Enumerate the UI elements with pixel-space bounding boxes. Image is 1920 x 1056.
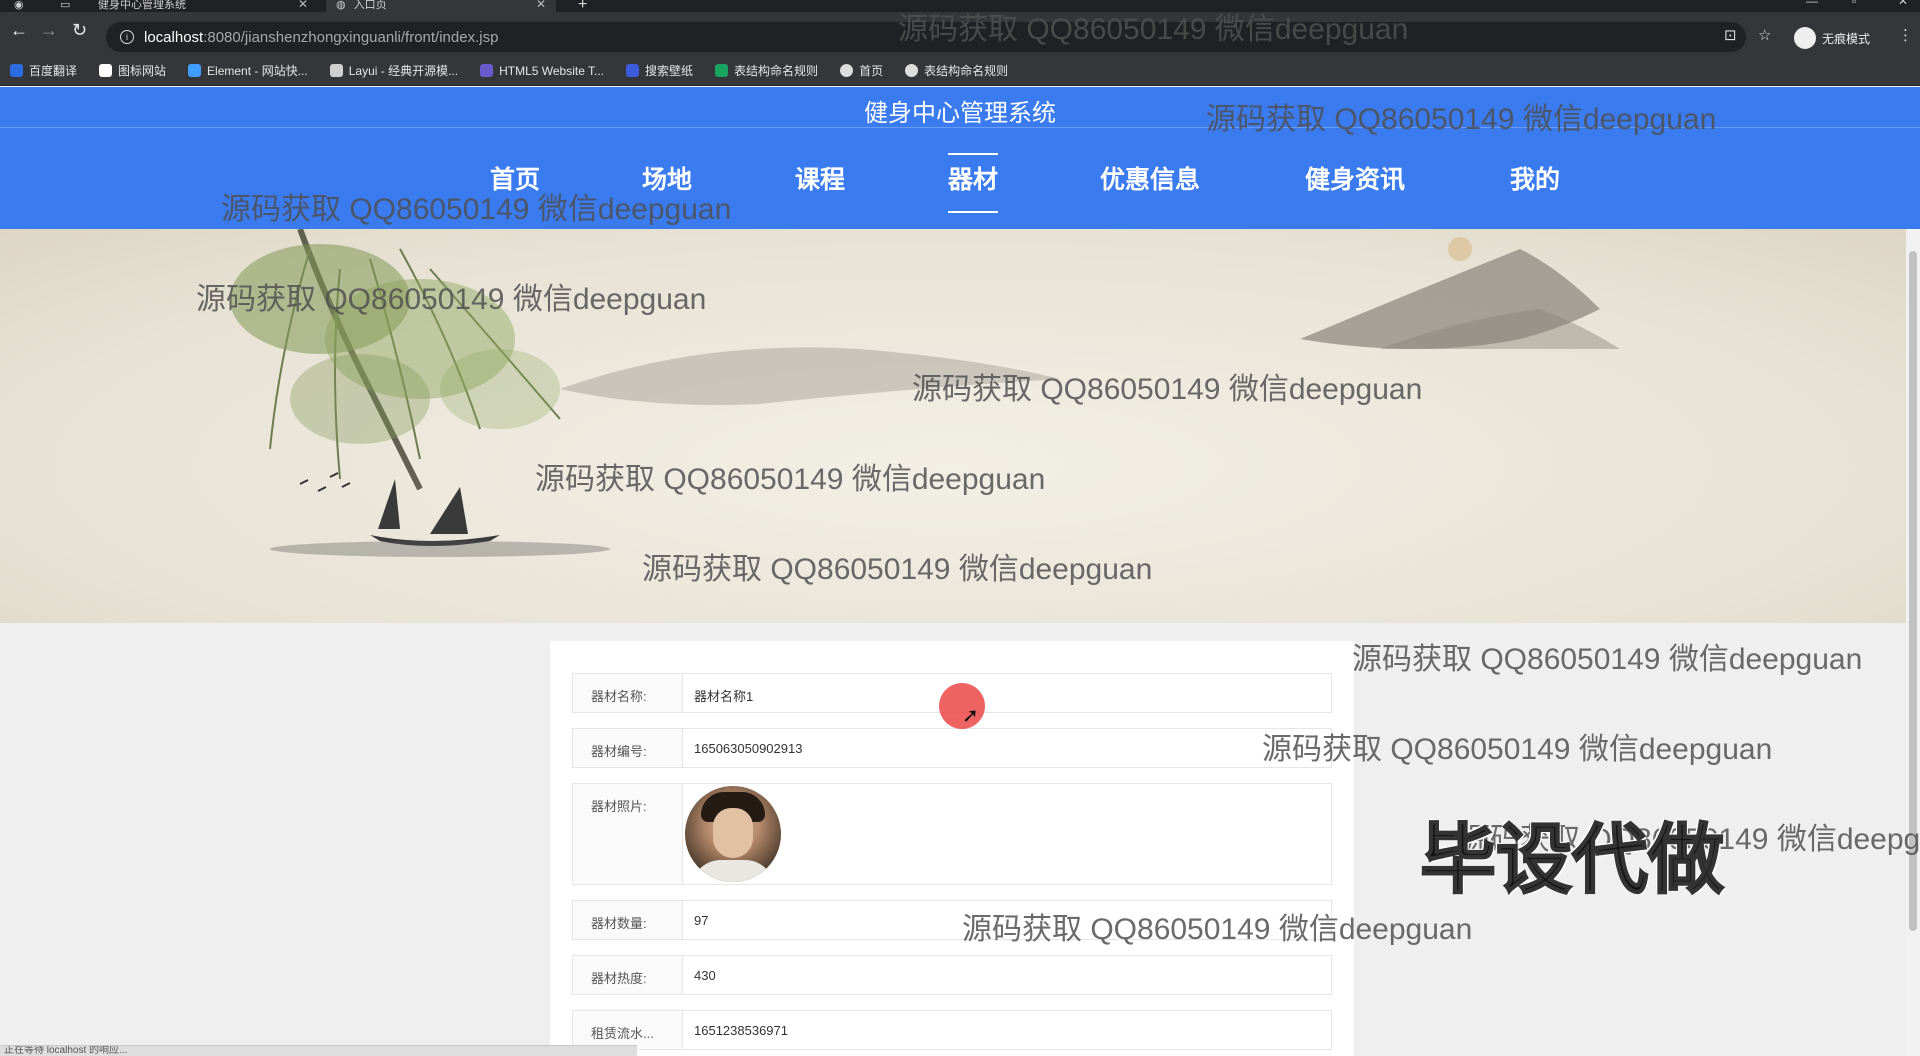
close-icon[interactable]: ✕ [536,0,546,11]
watermark-big-text: 毕设代做 [1419,817,1725,904]
bookmark-favicon-icon [480,64,494,77]
detail-row-popularity: 器材热度: 430 [572,955,1332,995]
field-label: 器材名称: [573,674,683,712]
mountain-illustration [1300,237,1620,349]
reload-icon[interactable]: ↻ [72,20,87,41]
back-icon[interactable]: ← [10,20,28,41]
watermark-text: 源码获取 QQ86050149 微信deepguan [221,193,732,226]
bookmark-favicon-icon [715,64,729,77]
watermark-text: 源码获取 QQ86050149 微信deepguan [1262,733,1773,766]
bookmark-star-icon[interactable]: ☆ [1758,26,1771,44]
watermark-text: 源码获取 QQ86050149 微信deepguan [898,13,1409,46]
bookmark-favicon-icon [99,64,113,77]
more-menu-icon[interactable]: ⋮ [1898,26,1913,44]
bookmark-item[interactable]: 表结构命名规则 [905,62,1008,79]
browser-status-bar: 正在等待 localhost 的响应... [0,1045,637,1056]
watermark-text: 源码获取 QQ86050149 微信deepguan [1206,103,1717,136]
bookmark-item[interactable]: 表结构命名规则 [715,62,818,79]
watermark-text: 源码获取 QQ86050149 微信deepguan [196,283,707,316]
maximize-icon[interactable]: ▫ [1852,0,1856,8]
nav-item-mine[interactable]: 我的 [1510,127,1560,229]
bookmark-item[interactable]: 首页 [840,62,883,79]
detail-row-code: 器材编号: 165063050902913 [572,728,1332,768]
watermark-text: 源码获取 QQ86050149 微信deepguan [642,553,1153,586]
incognito-profile-button[interactable]: 无痕模式 [1794,27,1870,49]
willow-tree-illustration [230,229,561,491]
close-icon[interactable]: ✕ [298,0,308,11]
forward-icon[interactable]: → [40,20,58,41]
bookmark-item[interactable]: 搜索壁纸 [626,62,693,79]
field-value: 器材名称1 [694,689,754,704]
bookmark-favicon-icon [10,64,23,77]
page-scrollbar[interactable] [1906,229,1920,1056]
field-value [683,784,1331,884]
tab-admin[interactable]: 健身中心管理系统 ✕ [88,0,318,12]
detail-row-rental-serial: 租赁流水... 1651238536971 [572,1010,1332,1050]
tab-title: 健身中心管理系统 [98,0,186,11]
bookmark-favicon-icon [188,64,202,77]
globe-icon: ◍ [336,0,346,11]
equipment-photo [685,786,781,882]
field-value: 165063050902913 [694,741,803,756]
tab-window-icon[interactable]: ▭ [50,0,80,12]
url-path: :8080/jianshenzhongxinguanli/front/index… [203,28,499,46]
bookmark-item[interactable]: 百度翻译 [10,62,77,79]
window-close-icon[interactable]: ✕ [1898,0,1908,8]
nav-item-equipment[interactable]: 器材 [948,127,999,229]
incognito-icon [1794,27,1816,49]
detail-row-photo: 器材照片: [572,783,1332,885]
bookmark-item[interactable]: 图标网站 [99,62,166,79]
nav-item-course[interactable]: 课程 [795,127,845,229]
field-value: 430 [694,968,716,983]
url-host: localhost [144,28,204,46]
bookmark-favicon-icon [905,64,919,77]
watermark-text: 源码获取 QQ86050149 微信deepguan [962,913,1473,946]
bookmark-item[interactable]: Element - 网站快... [188,62,308,79]
mouse-cursor-icon: ➚ [962,705,979,727]
field-value: 1651238536971 [694,1023,788,1038]
site-info-icon[interactable]: i [120,30,134,44]
bookmarks-bar: 百度翻译 图标网站 Element - 网站快... Layui - 经典开源模… [0,56,1920,86]
nav-item-news[interactable]: 健身资讯 [1305,127,1405,229]
minimize-icon[interactable]: — [1806,0,1818,8]
field-label: 租赁流水... [573,1011,683,1049]
watermark-text: 源码获取 QQ86050149 微信deepguan [535,463,1046,496]
tab-entry[interactable]: ◍ 入口页 ✕ [326,0,556,12]
tab-title: 入口页 [353,0,387,11]
translate-icon[interactable]: ⊡ [1724,26,1737,44]
profile-label: 无痕模式 [1822,31,1871,46]
nav-item-discount[interactable]: 优惠信息 [1100,127,1200,229]
bookmark-item[interactable]: HTML5 Website T... [480,64,604,78]
browser-menu-icon[interactable]: ◉ [4,0,34,12]
bookmark-item[interactable]: Layui - 经典开源模... [329,62,458,79]
bookmark-favicon-icon [626,64,640,77]
field-label: 器材编号: [573,729,683,767]
watermark-text: 源码获取 QQ86050149 微信deepguan [1352,643,1863,676]
field-label: 器材照片: [573,784,683,884]
photo-shirt [691,860,775,882]
screen: ◉ ▭ 健身中心管理系统 ✕ ◍ 入口页 ✕ + — ▫ ✕ ← → ↻ i l… [0,0,1920,1056]
field-label: 器材数量: [573,901,683,939]
bookmark-favicon-icon [329,64,343,77]
photo-face [713,808,753,858]
field-label: 器材热度: [573,956,683,994]
bookmark-favicon-icon [840,64,854,77]
watermark-text: 源码获取 QQ86050149 微信deepguan [912,373,1423,406]
